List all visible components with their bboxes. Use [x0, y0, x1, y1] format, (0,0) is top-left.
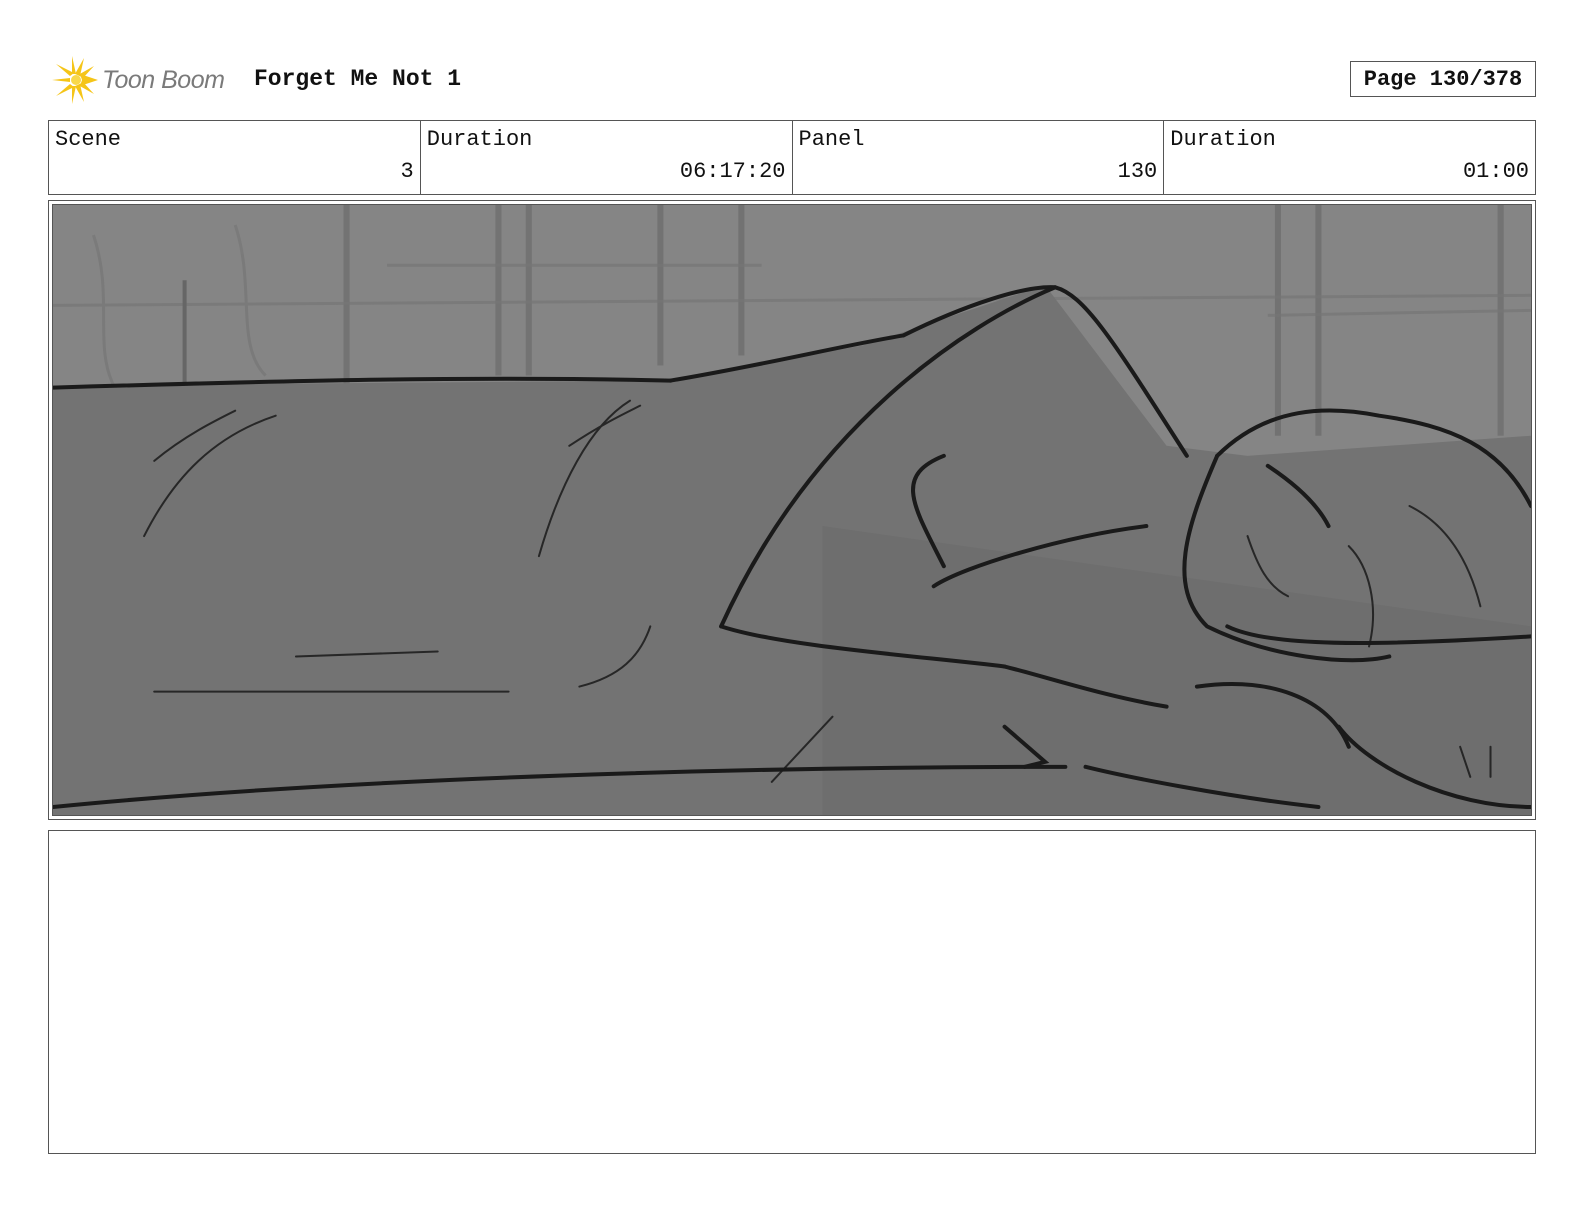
scene-value: 3 [400, 159, 414, 184]
scene-duration-label: Duration [426, 127, 533, 152]
panel-duration-cell: Duration 01:00 [1164, 121, 1535, 194]
scene-cell: Scene 3 [49, 121, 421, 194]
storyboard-sketch-icon [53, 205, 1531, 815]
toon-boom-logo: Toon Boom [50, 54, 240, 106]
storyboard-panel-image [52, 204, 1532, 816]
scene-duration-cell: Duration 06:17:20 [421, 121, 793, 194]
scene-duration-value: 06:17:20 [679, 159, 786, 184]
panel-info-row: Scene 3 Duration 06:17:20 Panel 130 Dura… [48, 120, 1536, 195]
panel-value: 130 [1117, 159, 1158, 184]
panel-duration-label: Duration [1170, 127, 1276, 152]
project-title: Forget Me Not 1 [254, 66, 462, 92]
storyboard-panel-frame [48, 200, 1536, 820]
scene-label: Scene [55, 127, 122, 152]
logo-text: Toon Boom [102, 66, 225, 94]
panel-duration-value: 01:00 [1462, 159, 1529, 184]
panel-cell: Panel 130 [793, 121, 1165, 194]
panel-notes-box [48, 830, 1536, 1154]
page-indicator: Page 130/378 [1350, 61, 1536, 97]
panel-label: Panel [798, 127, 865, 152]
starburst-logo-icon [52, 56, 98, 104]
page-label: Page 130/378 [1363, 66, 1523, 92]
page-header: Toon Boom Forget Me Not 1 Page 130/378 [50, 52, 1536, 108]
